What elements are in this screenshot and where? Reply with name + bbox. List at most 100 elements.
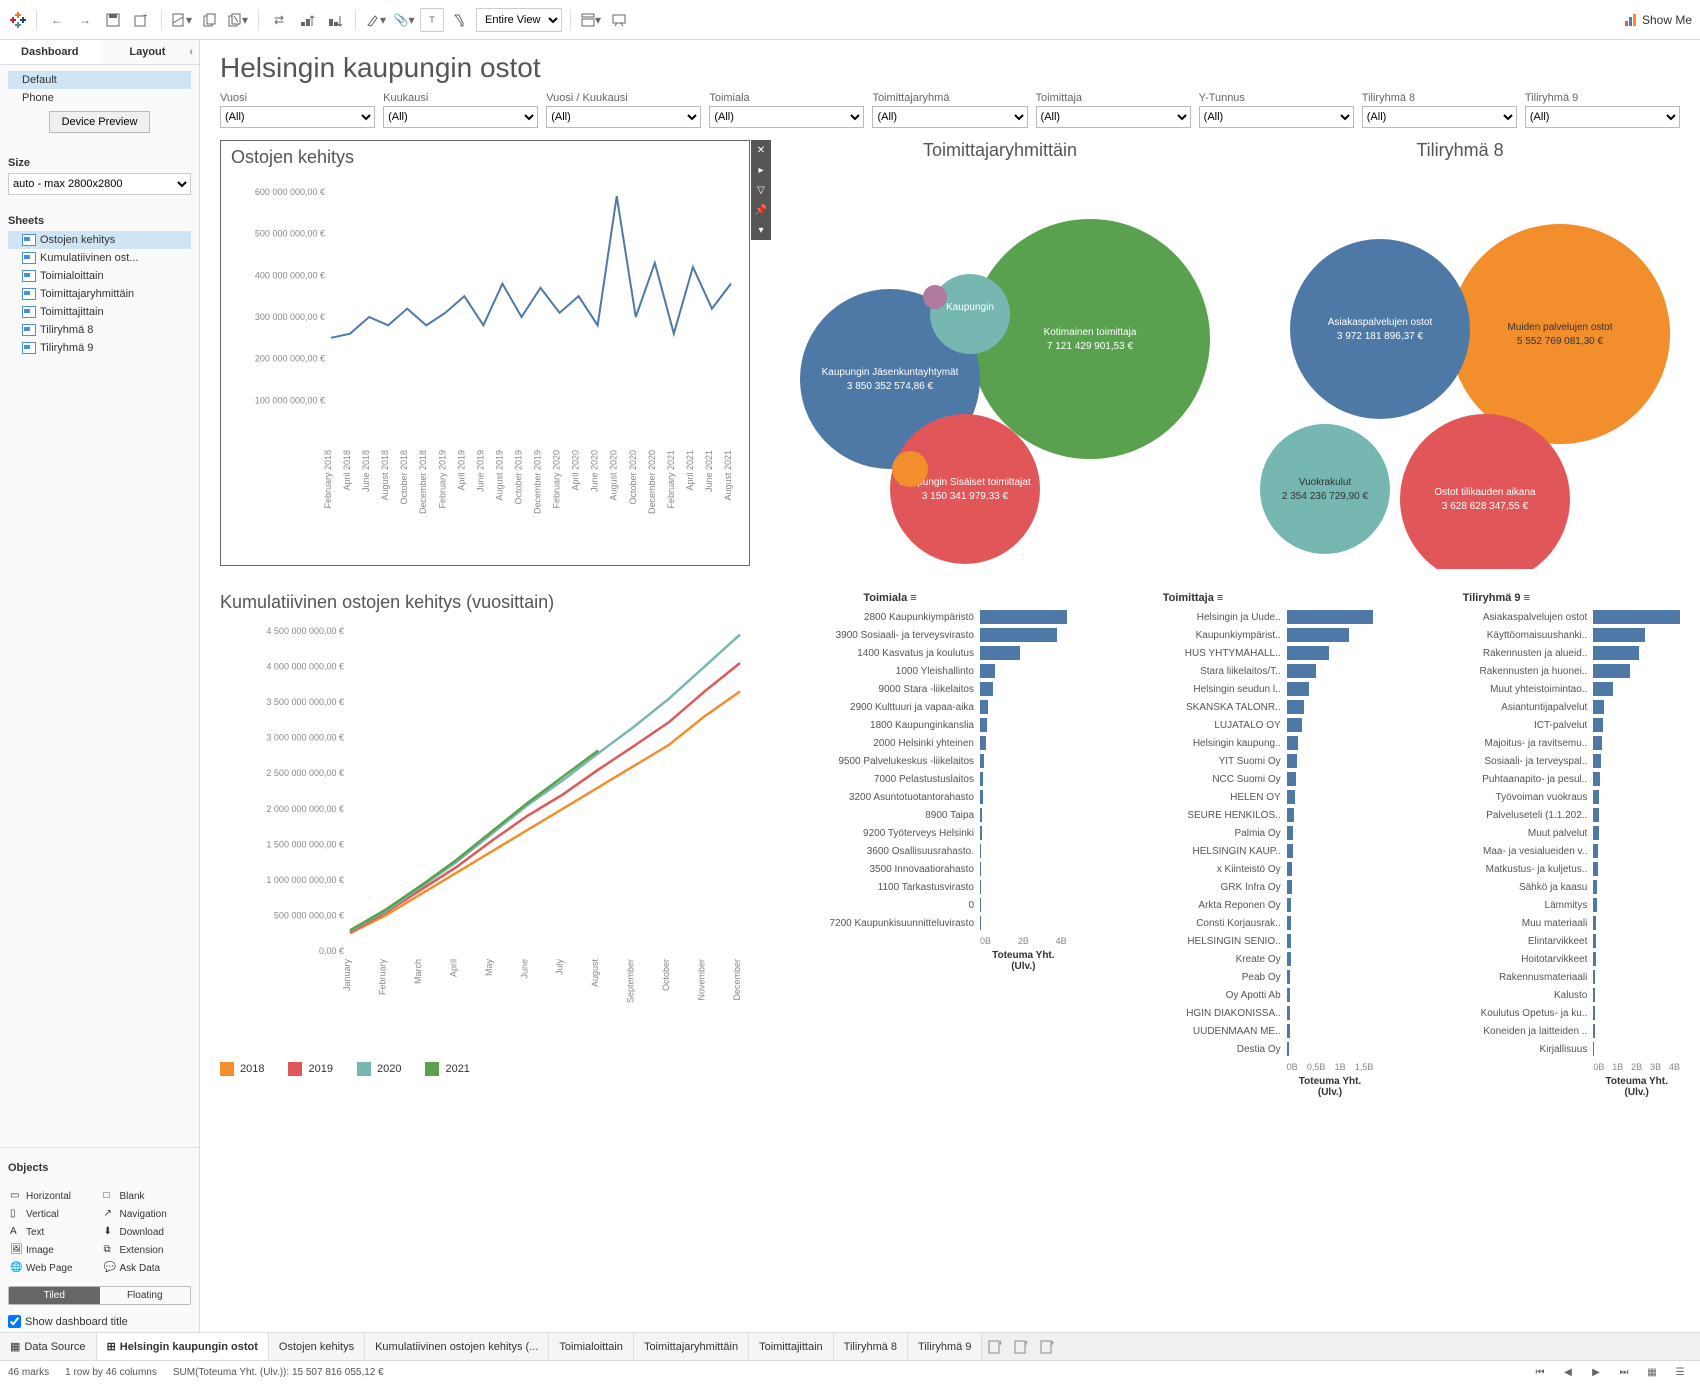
bar-row[interactable]: 7000 Pelastustuslaitos — [780, 770, 1067, 788]
bar-row[interactable]: LUJATALO OY — [1087, 716, 1374, 734]
sheet-tab[interactable]: ▦Data Source — [0, 1333, 97, 1360]
bar-row[interactable]: Elintarvikkeet — [1393, 932, 1680, 950]
bar-row[interactable]: Hoitotarvikkeet — [1393, 950, 1680, 968]
bar-row[interactable]: Muut palvelut — [1393, 824, 1680, 842]
sort-icon[interactable]: ≡ — [910, 592, 916, 604]
bar-row[interactable]: 3900 Sosiaali- ja terveysvirasto — [780, 626, 1067, 644]
bar-row[interactable]: Stara liikelaitos/T.. — [1087, 662, 1374, 680]
presentation-icon[interactable] — [607, 8, 631, 32]
bar-row[interactable]: Sosiaali- ja terveyspal.. — [1393, 752, 1680, 770]
close-icon[interactable]: ✕ — [751, 140, 771, 160]
new-data-icon[interactable]: + — [129, 8, 153, 32]
bar-row[interactable]: Kalusto — [1393, 986, 1680, 1004]
nav-prev-icon[interactable]: ◀ — [1556, 1361, 1580, 1385]
sheet-tab[interactable]: Ostojen kehitys — [269, 1333, 365, 1360]
bar-row[interactable]: 3500 Innovaatiorahasto — [780, 860, 1067, 878]
clear-icon[interactable]: ▾ — [226, 8, 250, 32]
sheet-tab[interactable]: Tiliryhmä 8 — [834, 1333, 908, 1360]
forward-icon[interactable]: → — [73, 8, 97, 32]
bar-row[interactable]: 3600 Osallisuusrahasto. — [780, 842, 1067, 860]
legend-item[interactable]: 2018 — [220, 1062, 264, 1076]
bar-row[interactable]: Sähkö ja kaasu — [1393, 878, 1680, 896]
bar-row[interactable]: Muu materiaali — [1393, 914, 1680, 932]
filter-vuosi[interactable]: (All) — [220, 106, 375, 128]
filter-vuosi---kuukausi[interactable]: (All) — [546, 106, 701, 128]
bar-row[interactable]: 1000 Yleishallinto — [780, 662, 1067, 680]
goto-icon[interactable]: ▸ — [751, 160, 771, 180]
pin-icon[interactable]: 📌 — [751, 200, 771, 220]
ostojen-kehitys-worksheet[interactable]: Ostojen kehitys 100 000 000,00 €200 000 … — [220, 140, 750, 566]
filter-y-tunnus[interactable]: (All) — [1199, 106, 1354, 128]
device-phone[interactable]: Phone — [8, 89, 191, 107]
sheet-item[interactable]: Toimialoittain — [8, 267, 191, 285]
new-sheet-icon[interactable]: ▾ — [170, 8, 194, 32]
bar-row[interactable]: GRK Infra Oy — [1087, 878, 1374, 896]
filter-tiliryhm--9[interactable]: (All) — [1525, 106, 1680, 128]
bar-row[interactable]: Rakennusten ja alueid.. — [1393, 644, 1680, 662]
save-icon[interactable] — [101, 8, 125, 32]
tab-dashboard[interactable]: Dashboard — [0, 40, 100, 64]
object-text[interactable]: AText — [8, 1224, 98, 1240]
new-worksheet-icon[interactable]: + — [982, 1333, 1008, 1360]
sheet-tab[interactable]: Toimialoittain — [549, 1333, 634, 1360]
legend-item[interactable]: 2020 — [357, 1062, 401, 1076]
bar-row[interactable]: HELSINGIN SENIO.. — [1087, 932, 1374, 950]
duplicate-icon[interactable] — [198, 8, 222, 32]
bar-row[interactable]: Kreate Oy — [1087, 950, 1374, 968]
bar-row[interactable]: SEURE HENKILÖS.. — [1087, 806, 1374, 824]
labels-icon[interactable]: T — [420, 8, 444, 32]
bar-row[interactable]: Työvoiman vuokraus — [1393, 788, 1680, 806]
bar-row[interactable]: Koneiden ja laitteiden .. — [1393, 1022, 1680, 1040]
sheet-tab[interactable]: Toimittajittain — [749, 1333, 834, 1360]
bar-row[interactable]: HUS YHTYMÄHALL.. — [1087, 644, 1374, 662]
bar-row[interactable]: 2800 Kaupunkiympäristö — [780, 608, 1067, 626]
bar-row[interactable]: Arkta Reponen Oy — [1087, 896, 1374, 914]
toimittaja-bars-viz[interactable]: Toimittaja ≡ Helsingin ja Uude..Kaupunki… — [1087, 592, 1374, 1098]
tiliryhma9-bars-viz[interactable]: Tiliryhmä 9 ≡ Asiakaspalvelujen ostotKäy… — [1393, 592, 1680, 1098]
filter-icon[interactable]: ▽ — [751, 180, 771, 200]
sort-desc-icon[interactable] — [323, 8, 347, 32]
bar-row[interactable]: Oy Apotti Ab — [1087, 986, 1374, 1004]
bar-row[interactable]: 9200 Työterveys Helsinki — [780, 824, 1067, 842]
device-default[interactable]: Default — [8, 71, 191, 89]
bar-row[interactable]: NCC Suomi Oy — [1087, 770, 1374, 788]
bar-row[interactable]: SKANSKA TALONR.. — [1087, 698, 1374, 716]
filter-toimittajaryhm-[interactable]: (All) — [872, 106, 1027, 128]
nav-next-icon[interactable]: ▶ — [1584, 1361, 1608, 1385]
bar-row[interactable]: HELEN OY — [1087, 788, 1374, 806]
tiled-toggle[interactable]: Tiled — [9, 1287, 100, 1304]
object-download[interactable]: ⬇Download — [102, 1224, 192, 1240]
sheet-tab[interactable]: Kumulatiivinen ostojen kehitys (... — [365, 1333, 549, 1360]
bar-row[interactable]: 7200 Kaupunkisuunnitteluvirasto — [780, 914, 1067, 932]
sheet-item[interactable]: Tiliryhmä 8 — [8, 321, 191, 339]
list-view-icon[interactable]: ☰ — [1668, 1361, 1692, 1385]
swap-icon[interactable]: ⇄ — [267, 8, 291, 32]
bar-row[interactable]: Puhtaanapito- ja pesul.. — [1393, 770, 1680, 788]
bar-row[interactable]: 2900 Kulttuuri ja vapaa-aika — [780, 698, 1067, 716]
object-image[interactable]: 🖼Image — [8, 1242, 98, 1258]
object-ask-data[interactable]: 💬Ask Data — [102, 1260, 192, 1276]
back-icon[interactable]: ← — [45, 8, 69, 32]
bar-row[interactable]: ICT-palvelut — [1393, 716, 1680, 734]
bar-row[interactable]: Majoitus- ja ravitsemu.. — [1393, 734, 1680, 752]
object-horizontal[interactable]: ▭Horizontal — [8, 1188, 98, 1204]
bar-row[interactable]: Destia Oy — [1087, 1040, 1374, 1058]
sheet-tab[interactable]: Tiliryhmä 9 — [908, 1333, 982, 1360]
floating-toggle[interactable]: Floating — [100, 1287, 191, 1304]
highlight-icon[interactable]: ▾ — [364, 8, 388, 32]
bar-row[interactable]: HELSINGIN KAUP.. — [1087, 842, 1374, 860]
bar-row[interactable]: Asiantuntijapalvelut — [1393, 698, 1680, 716]
bar-row[interactable]: HGIN DIAKONISSA.. — [1087, 1004, 1374, 1022]
more-icon[interactable]: ▾ — [751, 220, 771, 240]
kumulatiivinen-viz[interactable]: Kumulatiivinen ostojen kehitys (vuositta… — [220, 592, 760, 1098]
fit-select[interactable]: Entire View — [476, 8, 562, 32]
sheet-item[interactable]: Toimittajaryhmittäin — [8, 285, 191, 303]
legend-item[interactable]: 2019 — [288, 1062, 332, 1076]
bar-row[interactable]: Helsingin seudun l.. — [1087, 680, 1374, 698]
sheet-item[interactable]: Toimittajittain — [8, 303, 191, 321]
filter-kuukausi[interactable]: (All) — [383, 106, 538, 128]
format-icon[interactable] — [448, 8, 472, 32]
sheet-item[interactable]: Tiliryhmä 9 — [8, 339, 191, 357]
object-web-page[interactable]: 🌐Web Page — [8, 1260, 98, 1276]
sort-icon[interactable]: ≡ — [1524, 592, 1530, 604]
